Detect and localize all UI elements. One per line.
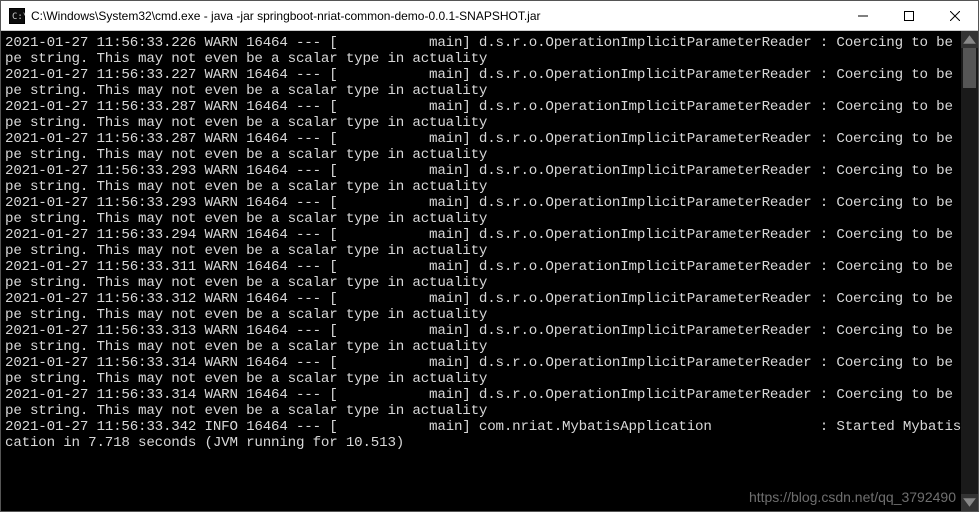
log-line: 2021-01-27 11:56:33.287 WARN 16464 --- [… (5, 131, 961, 147)
svg-text:C:\: C:\ (12, 12, 25, 22)
log-line: pe string. This may not even be a scalar… (5, 243, 961, 259)
log-line: 2021-01-27 11:56:33.314 WARN 16464 --- [… (5, 355, 961, 371)
log-line: 2021-01-27 11:56:33.314 WARN 16464 --- [… (5, 387, 961, 403)
log-line: pe string. This may not even be a scalar… (5, 275, 961, 291)
log-line: 2021-01-27 11:56:33.311 WARN 16464 --- [… (5, 259, 961, 275)
titlebar[interactable]: C:\ C:\Windows\System32\cmd.exe - java -… (1, 1, 978, 31)
minimize-button[interactable] (840, 1, 886, 30)
log-line: cation in 7.718 seconds (JVM running for… (5, 435, 961, 451)
cmd-window: C:\ C:\Windows\System32\cmd.exe - java -… (0, 0, 979, 512)
log-line: 2021-01-27 11:56:33.342 INFO 16464 --- [… (5, 419, 961, 435)
log-line: pe string. This may not even be a scalar… (5, 147, 961, 163)
window-controls (840, 1, 978, 30)
log-line: 2021-01-27 11:56:33.227 WARN 16464 --- [… (5, 67, 961, 83)
log-line: pe string. This may not even be a scalar… (5, 83, 961, 99)
log-line: 2021-01-27 11:56:33.293 WARN 16464 --- [… (5, 163, 961, 179)
maximize-button[interactable] (886, 1, 932, 30)
log-line: 2021-01-27 11:56:33.312 WARN 16464 --- [… (5, 291, 961, 307)
console-output[interactable]: 2021-01-27 11:56:33.226 WARN 16464 --- [… (1, 31, 961, 511)
log-line: 2021-01-27 11:56:33.294 WARN 16464 --- [… (5, 227, 961, 243)
log-line: pe string. This may not even be a scalar… (5, 371, 961, 387)
window-title: C:\Windows\System32\cmd.exe - java -jar … (31, 9, 840, 23)
log-line: pe string. This may not even be a scalar… (5, 339, 961, 355)
log-line: pe string. This may not even be a scalar… (5, 403, 961, 419)
log-line: 2021-01-27 11:56:33.226 WARN 16464 --- [… (5, 35, 961, 51)
log-line: pe string. This may not even be a scalar… (5, 211, 961, 227)
scroll-up-button[interactable] (961, 31, 978, 48)
log-line: pe string. This may not even be a scalar… (5, 307, 961, 323)
scroll-thumb[interactable] (963, 48, 976, 88)
log-line: 2021-01-27 11:56:33.293 WARN 16464 --- [… (5, 195, 961, 211)
log-line: pe string. This may not even be a scalar… (5, 51, 961, 67)
cmd-icon: C:\ (9, 8, 25, 24)
console-area: 2021-01-27 11:56:33.226 WARN 16464 --- [… (1, 31, 978, 511)
log-line: pe string. This may not even be a scalar… (5, 179, 961, 195)
scroll-track[interactable] (961, 48, 978, 494)
close-button[interactable] (932, 1, 978, 30)
vertical-scrollbar[interactable] (961, 31, 978, 511)
log-line: pe string. This may not even be a scalar… (5, 115, 961, 131)
log-line: 2021-01-27 11:56:33.287 WARN 16464 --- [… (5, 99, 961, 115)
log-line: 2021-01-27 11:56:33.313 WARN 16464 --- [… (5, 323, 961, 339)
scroll-down-button[interactable] (961, 494, 978, 511)
